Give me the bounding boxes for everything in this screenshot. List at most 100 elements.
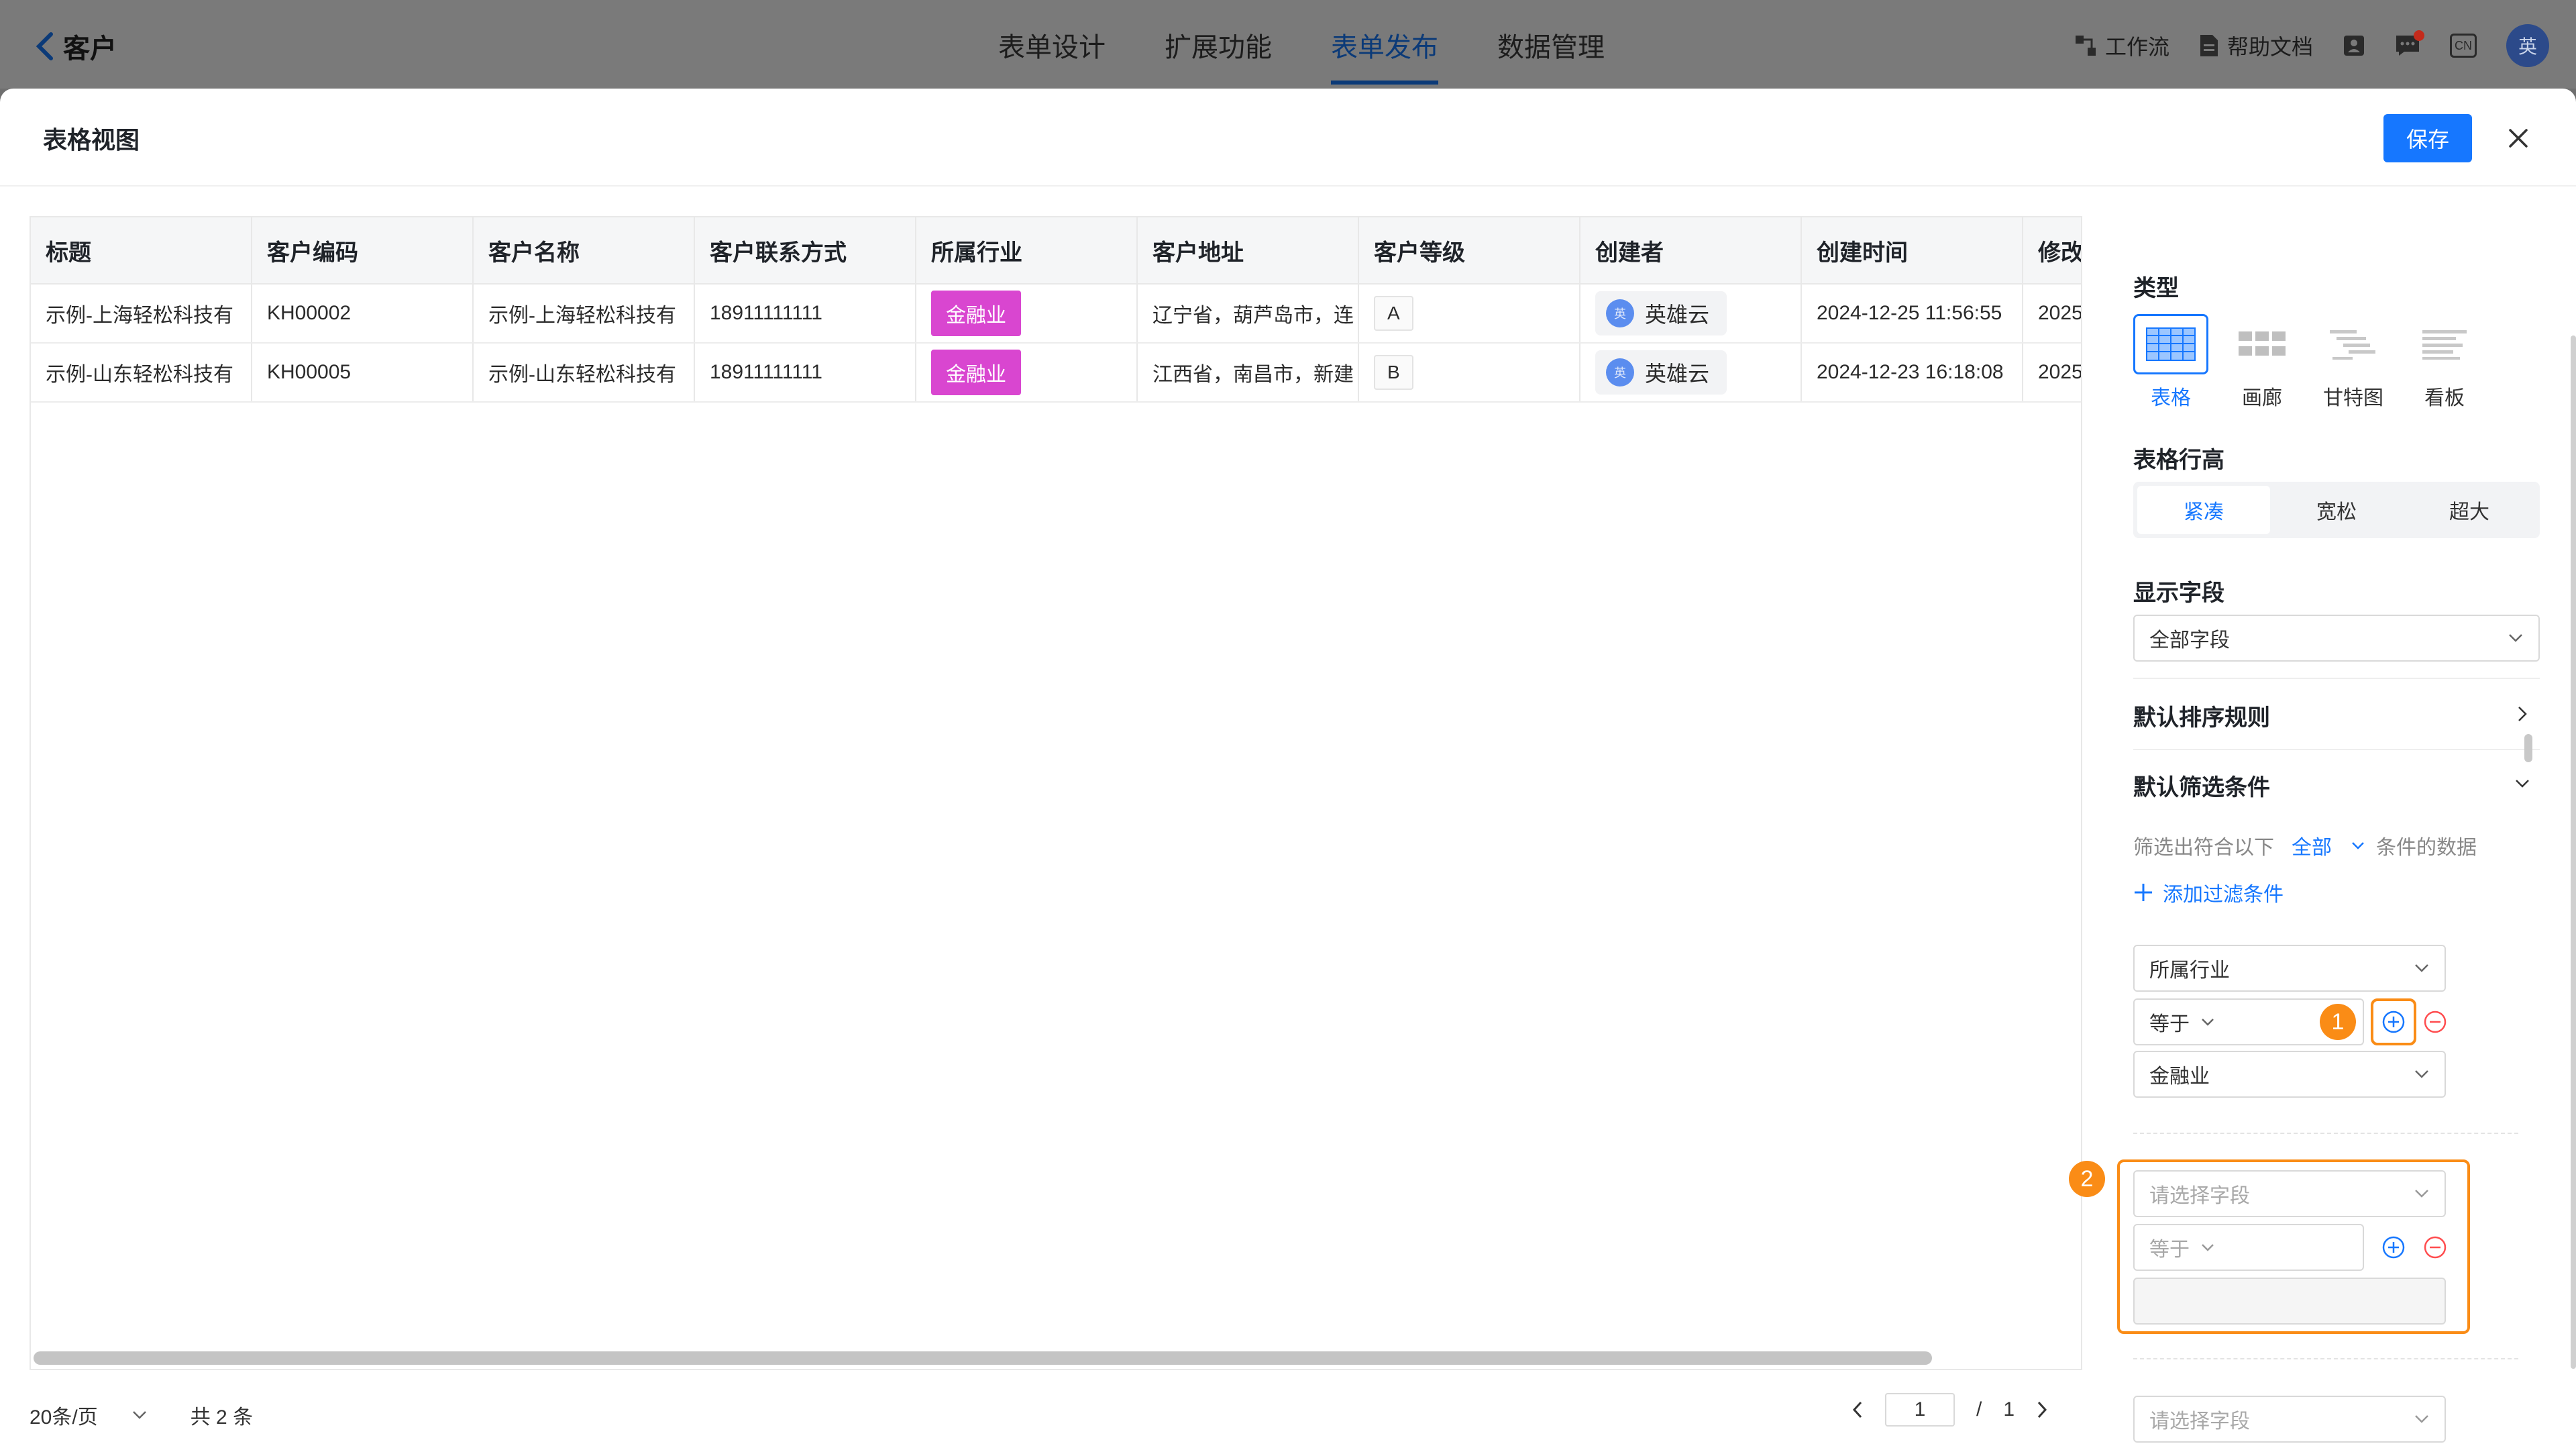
display-fields-select[interactable]: 全部字段 [2133,615,2540,662]
filter-suffix: 条件的数据 [2376,837,2477,859]
add-condition-button[interactable] [2380,1009,2407,1035]
default-filter-title[interactable]: 默认筛选条件 [2133,769,2270,802]
filter-list-scrollbar[interactable] [2524,734,2532,762]
condition-operator-select[interactable]: 等于 [2133,1224,2364,1271]
main-nav: 表单设计 扩展功能 表单发布 数据管理 [998,25,1605,85]
cell-level: A [1359,285,1580,342]
sort-rule-title[interactable]: 默认排序规则 [2133,699,2270,732]
column-header[interactable]: 标题 [31,217,252,283]
top-bar: 客户 表单设计 扩展功能 表单发布 数据管理 工作流 帮助文档 CN 英 [0,0,2576,89]
condition-field-select[interactable]: 所属行业 [2133,945,2446,992]
panel-scrollbar[interactable] [2571,335,2576,1369]
chevron-right-icon[interactable] [2509,701,2536,727]
type-kanban[interactable]: 看板 [2407,314,2482,411]
condition-field-select[interactable]: 请选择字段 [2133,1170,2446,1217]
table-row[interactable]: 示例-上海轻松科技有 KH00002 示例-上海轻松科技有 1891111111… [31,285,2081,344]
add-filter-label: 添加过滤条件 [2163,884,2284,906]
chevron-down-icon [131,1410,148,1420]
avatar: 英 [1606,299,1634,327]
type-gantt[interactable]: 甘特图 [2316,314,2391,411]
cell-code: KH00005 [252,344,474,401]
chevron-down-icon [2414,1414,2430,1425]
table-view-icon [2146,327,2196,361]
cell-created-time: 2024-12-23 16:18:08 [1802,344,2023,401]
table-view-modal: 表格视图 保存 标题 客户编码 客户名称 客户联系方式 所属行业 客户地址 客户… [0,89,2576,1448]
data-table: 标题 客户编码 客户名称 客户联系方式 所属行业 客户地址 客户等级 创建者 创… [30,216,2082,1370]
add-condition-button[interactable] [2380,1234,2407,1261]
add-filter-button[interactable]: 添加过滤条件 [2133,878,2284,907]
close-button[interactable] [2500,119,2537,157]
page-size-select[interactable]: 20条/页 [30,1400,148,1430]
chevron-down-icon[interactable] [2509,770,2536,797]
chevron-down-icon[interactable] [2351,841,2365,850]
row-height-compact[interactable]: 紧凑 [2137,486,2270,534]
type-table[interactable]: 表格 [2133,314,2208,411]
condition-field-select[interactable]: 请选择字段 [2133,1396,2446,1443]
workflow-label: 工作流 [2104,35,2169,59]
horizontal-scrollbar[interactable] [34,1351,1932,1365]
column-header[interactable]: 客户编码 [252,217,474,283]
workflow-link[interactable]: 工作流 [2074,30,2169,61]
cell-contact: 18911111111 [695,285,916,342]
nav-extensions[interactable]: 扩展功能 [1165,25,1272,64]
page-number-input[interactable] [1885,1393,1955,1427]
cell-title: 示例-山东轻松科技有 [31,344,252,401]
chevron-down-icon [2200,1243,2215,1252]
industry-tag: 金融业 [931,350,1021,395]
next-page-button[interactable] [2036,1400,2048,1419]
column-header[interactable]: 创建时间 [1802,217,2023,283]
help-docs-link[interactable]: 帮助文档 [2199,30,2313,61]
save-button[interactable]: 保存 [2383,114,2472,162]
total-pages: 1 [2003,1398,2015,1420]
remove-condition-button[interactable] [2422,1009,2449,1035]
messages-button[interactable] [2395,30,2424,57]
modal-header: 表格视图 保存 [0,89,2576,187]
column-header[interactable]: 创建者 [1580,217,1802,283]
step-badge-2: 2 [2069,1161,2105,1197]
page-separator: / [1976,1398,1982,1420]
cell-code: KH00002 [252,285,474,342]
language-switch[interactable]: CN [2450,34,2477,58]
row-height-large[interactable]: 超大 [2403,486,2536,534]
contacts-button[interactable] [2343,34,2365,57]
level-tag: A [1374,296,1413,331]
condition-field-value: 所属行业 [2149,960,2230,982]
creator-name: 英雄云 [1645,303,1710,327]
gantt-view-icon [2328,327,2378,361]
cell-industry: 金融业 [916,285,1138,342]
nav-data-management[interactable]: 数据管理 [1497,25,1605,64]
column-header[interactable]: 客户联系方式 [695,217,916,283]
table-row[interactable]: 示例-山东轻松科技有 KH00005 示例-山东轻松科技有 1891111111… [31,344,2081,403]
type-gallery[interactable]: 画廊 [2224,314,2300,411]
industry-tag: 金融业 [931,291,1021,336]
remove-condition-button[interactable] [2422,1234,2449,1261]
creator-chip: 英英雄云 [1595,350,1727,395]
chevron-down-icon [2414,1188,2430,1199]
cell-level: B [1359,344,1580,401]
avatar: 英 [1606,358,1634,386]
condition-value-input[interactable] [2133,1278,2446,1325]
row-height-loose[interactable]: 宽松 [2270,486,2403,534]
pagination-info: 20条/页 共 2 条 [30,1400,253,1430]
contact-card-icon [2343,34,2365,57]
chevron-down-icon [2414,963,2430,974]
column-header[interactable]: 所属行业 [916,217,1138,283]
column-header[interactable]: 客户名称 [474,217,695,283]
row-height-title: 表格行高 [2133,448,2224,473]
type-label: 看板 [2424,387,2465,409]
condition-value-select[interactable]: 金融业 [2133,1051,2446,1098]
column-header[interactable]: 修改 [2023,217,2081,283]
nav-form-publish[interactable]: 表单发布 [1331,25,1438,85]
column-header[interactable]: 客户等级 [1359,217,1580,283]
user-avatar[interactable]: 英 [2506,24,2549,67]
cell-modified: 2025 [2023,344,2081,401]
nav-form-design[interactable]: 表单设计 [998,25,1106,64]
back-button[interactable]: 客户 [35,27,117,66]
column-header[interactable]: 客户地址 [1138,217,1359,283]
plus-icon [2133,882,2153,902]
total-count: 共 2 条 [190,1406,254,1429]
row-height-segmented: 紧凑 宽松 超大 [2133,482,2540,538]
cell-modified: 2025 [2023,285,2081,342]
prev-page-button[interactable] [1851,1400,1864,1419]
filter-mode-select[interactable]: 全部 [2292,831,2332,860]
